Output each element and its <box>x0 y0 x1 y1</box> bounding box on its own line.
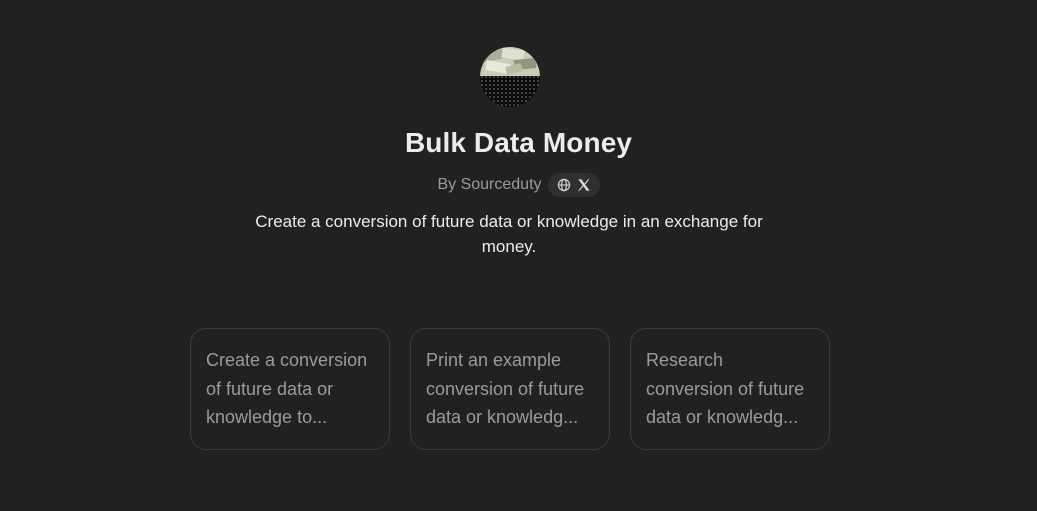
gpt-description: Create a conversion of future data or kn… <box>255 212 763 256</box>
starter-text: Create a conversion of future data or kn… <box>206 350 368 427</box>
globe-icon[interactable] <box>557 178 571 192</box>
starter-text: Print an example conversion of future da… <box>426 350 585 427</box>
social-links <box>547 173 600 197</box>
gpt-avatar <box>480 47 540 107</box>
author-line: By Sourceduty <box>0 173 1037 197</box>
starter-text: Research conversion of future data or kn… <box>646 350 805 427</box>
author-byline: By Sourceduty <box>437 176 542 193</box>
starter-card[interactable]: Print an example conversion of future da… <box>410 328 610 450</box>
starter-card[interactable]: Create a conversion of future data or kn… <box>190 328 390 450</box>
x-logo-icon[interactable] <box>577 178 591 192</box>
conversation-starters: Create a conversion of future data or kn… <box>190 328 830 450</box>
starter-card[interactable]: Research conversion of future data or kn… <box>630 328 830 450</box>
gpt-landing-page: Bulk Data Money By Sourceduty Create a c… <box>0 0 1037 511</box>
gpt-title: Bulk Data Money <box>404 127 633 158</box>
